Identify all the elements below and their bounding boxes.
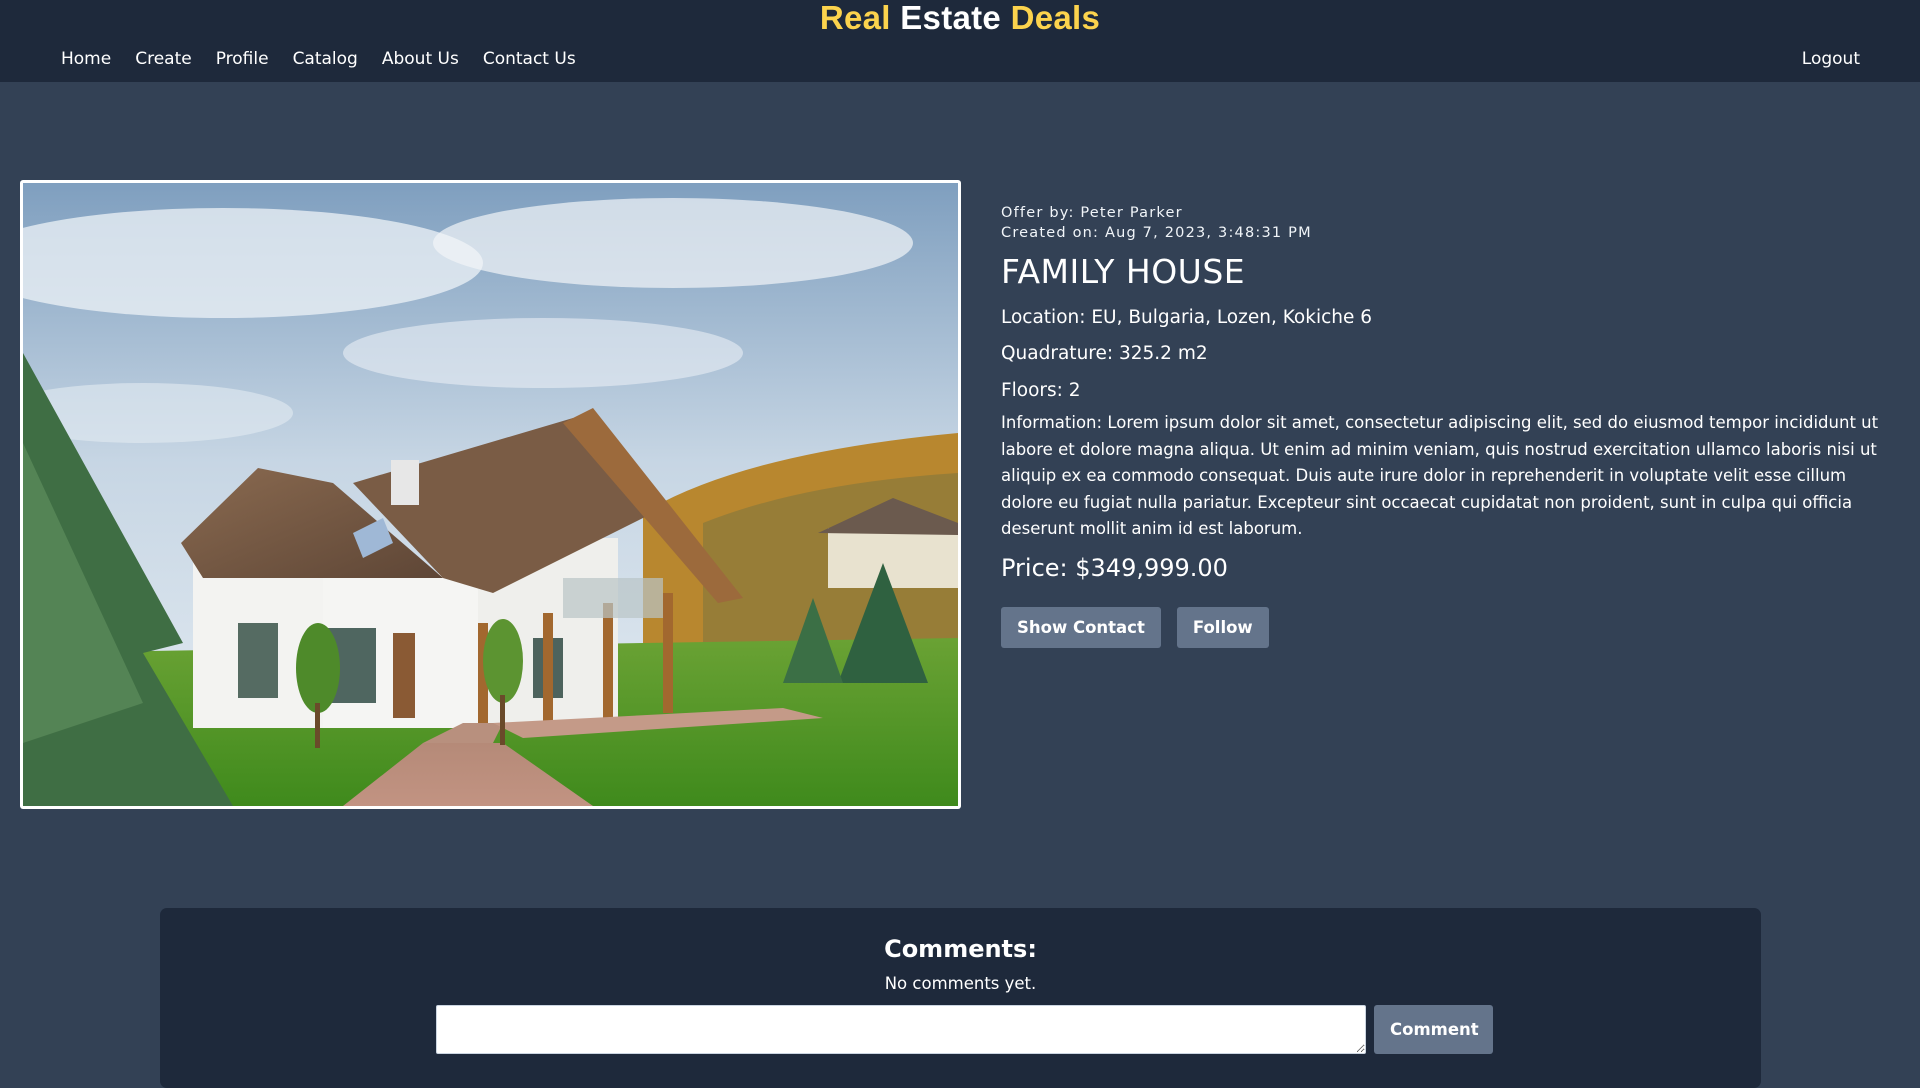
brand-word-estate: Estate [900, 0, 1002, 36]
offer-title: FAMILY HOUSE [1001, 252, 1246, 291]
nav-contact-us[interactable]: Contact Us [483, 48, 576, 70]
offer-price: Price: $349,999.00 [1001, 553, 1228, 582]
offer-author: Offer by: Peter Parker [1001, 205, 1183, 221]
nav-catalog[interactable]: Catalog [293, 48, 358, 70]
brand-word-deals: Deals [1010, 0, 1101, 36]
offer-quadrature: Quadrature: 325.2 m2 [1001, 343, 1208, 364]
offer-created-date: Created on: Aug 7, 2023, 3:48:31 PM [1001, 225, 1312, 241]
comments-section: Comments: No comments yet. Comment [160, 908, 1761, 1088]
site-header: Real Estate Deals Home Create Profile Ca… [0, 0, 1920, 82]
offer-photo-frame [20, 180, 961, 809]
offer-actions: Show Contact Follow [1001, 606, 1896, 648]
no-comments-text: No comments yet. [884, 974, 1037, 993]
nav-create[interactable]: Create [135, 48, 192, 70]
offer-information: Information: Lorem ipsum dolor sit amet,… [1001, 413, 1879, 538]
offer-floors: Floors: 2 [1001, 380, 1081, 401]
offer-location: Location: EU, Bulgaria, Lozen, Kokiche 6 [1001, 307, 1373, 328]
logout-link[interactable]: Logout [1802, 48, 1860, 70]
follow-button[interactable]: Follow [1176, 606, 1269, 648]
nav-profile[interactable]: Profile [216, 48, 269, 70]
offer-photo [23, 183, 958, 806]
main-nav: Home Create Profile Catalog About Us Con… [61, 48, 576, 70]
brand-word-real: Real [819, 0, 891, 36]
comments-title: Comments: [884, 935, 1037, 963]
site-brand[interactable]: Real Estate Deals [0, 0, 1920, 36]
comment-button[interactable]: Comment [1374, 1005, 1493, 1054]
nav-home[interactable]: Home [61, 48, 111, 70]
nav-about-us[interactable]: About Us [382, 48, 459, 70]
comment-input[interactable] [436, 1005, 1366, 1054]
offer-details: Offer by: Peter Parker Created on: Aug 7… [1001, 203, 1896, 648]
show-contact-button[interactable]: Show Contact [1001, 606, 1161, 648]
